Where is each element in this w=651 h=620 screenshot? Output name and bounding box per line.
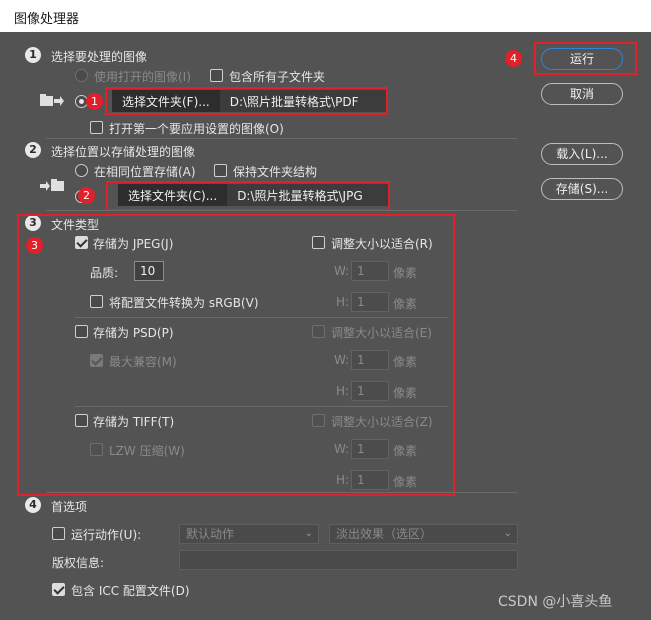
open-first-image-checkbox[interactable] — [90, 121, 103, 134]
open-first-image-label: 打开第一个要应用设置的图像(O) — [109, 122, 284, 136]
divider-2 — [46, 210, 517, 211]
jpeg-quality-label: 品质: — [90, 266, 119, 280]
section-1-title: 选择要处理的图像 — [51, 50, 148, 64]
annotation-marker-2: 2 — [78, 187, 95, 204]
jpeg-quality-input[interactable]: 10 — [134, 261, 164, 281]
convert-srgb-label: 将配置文件转换为 sRGB(V) — [109, 296, 259, 310]
chevron-down-icon: ⌄ — [304, 528, 313, 539]
tiff-height-unit: 像素 — [393, 475, 418, 489]
annotation-marker-3: 3 — [26, 237, 43, 254]
jpeg-width-input[interactable]: 1 — [351, 261, 389, 281]
save-as-psd-checkbox[interactable] — [75, 325, 88, 338]
jpeg-height-unit: 像素 — [393, 297, 418, 311]
keep-folder-structure-checkbox[interactable] — [214, 164, 227, 177]
annotation-marker-1: 1 — [86, 93, 103, 110]
psd-width-unit: 像素 — [393, 355, 418, 369]
section-2-number: 2 — [25, 142, 41, 158]
annotation-box-2 — [106, 181, 390, 211]
watermark: CSDN @小喜头鱼 — [498, 594, 613, 610]
psd-resize-checkbox[interactable] — [312, 325, 325, 338]
jpeg-width-unit: 像素 — [393, 266, 418, 280]
annotation-box-4 — [534, 42, 637, 75]
psd-width-label: W: — [334, 353, 350, 367]
convert-srgb-checkbox[interactable] — [90, 295, 103, 308]
max-compat-label: 最大兼容(M) — [109, 355, 177, 369]
annotation-box-3 — [17, 214, 455, 496]
tiff-width-label: W: — [334, 442, 350, 456]
save-as-jpeg-checkbox[interactable] — [75, 236, 88, 249]
same-location-radio[interactable] — [75, 164, 88, 177]
save-settings-button[interactable]: 存储(S)... — [541, 178, 623, 200]
save-as-psd-label: 存储为 PSD(P) — [93, 326, 174, 340]
annotation-box-1 — [105, 87, 388, 115]
action-set-select[interactable]: 默认动作 ⌄ — [179, 524, 319, 544]
psd-height-label: H: — [336, 384, 350, 398]
include-icc-checkbox[interactable] — [52, 583, 65, 596]
tiff-resize-checkbox[interactable] — [312, 414, 325, 427]
run-action-checkbox[interactable] — [52, 527, 65, 540]
copyright-input[interactable] — [179, 550, 518, 570]
load-button[interactable]: 载入(L)... — [541, 143, 623, 165]
run-action-label: 运行动作(U): — [71, 528, 142, 542]
chevron-down-icon: ⌄ — [503, 528, 512, 539]
include-icc-label: 包含 ICC 配置文件(D) — [71, 584, 190, 598]
copyright-label: 版权信息: — [52, 556, 105, 570]
use-open-images-radio[interactable] — [75, 69, 88, 82]
same-location-label: 在相同位置存储(A) — [94, 165, 196, 179]
divider-jpeg-psd — [75, 317, 448, 318]
include-subfolders-label: 包含所有子文件夹 — [229, 70, 326, 84]
save-as-tiff-checkbox[interactable] — [75, 414, 88, 427]
image-processor-dialog: 1 选择要处理的图像 使用打开的图像(I) 包含所有子文件夹 选择文件夹(F).… — [0, 32, 651, 620]
action-name-select[interactable]: 淡出效果（选区） ⌄ — [329, 524, 518, 544]
section-4-number: 4 — [25, 497, 41, 513]
destination-folder-icon — [40, 179, 64, 191]
psd-width-input[interactable]: 1 — [351, 350, 389, 370]
jpeg-width-label: W: — [334, 264, 350, 278]
action-set-value: 默认动作 — [186, 527, 235, 541]
include-subfolders-checkbox[interactable] — [210, 69, 223, 82]
divider-psd-tiff — [75, 406, 448, 407]
psd-height-unit: 像素 — [393, 386, 418, 400]
tiff-height-input[interactable]: 1 — [351, 470, 389, 490]
lzw-compression-checkbox[interactable] — [90, 443, 103, 456]
jpeg-height-label: H: — [336, 295, 350, 309]
tiff-resize-label: 调整大小以适合(Z) — [331, 415, 433, 429]
action-name-value: 淡出效果（选区） — [336, 527, 433, 541]
section-4-title: 首选项 — [51, 500, 88, 514]
save-as-tiff-label: 存储为 TIFF(T) — [93, 415, 175, 429]
save-as-jpeg-label: 存储为 JPEG(J) — [93, 237, 174, 251]
divider-3 — [46, 492, 517, 493]
tiff-width-unit: 像素 — [393, 444, 418, 458]
jpeg-height-input[interactable]: 1 — [351, 292, 389, 312]
jpeg-resize-checkbox[interactable] — [312, 236, 325, 249]
psd-resize-label: 调整大小以适合(E) — [331, 326, 432, 340]
jpeg-resize-label: 调整大小以适合(R) — [331, 237, 433, 251]
window-title: 图像处理器 — [0, 0, 651, 32]
tiff-height-label: H: — [336, 473, 350, 487]
use-open-images-label: 使用打开的图像(I) — [94, 70, 191, 84]
section-1-number: 1 — [25, 47, 41, 63]
annotation-marker-4: 4 — [505, 50, 522, 67]
max-compat-checkbox[interactable] — [90, 354, 103, 367]
lzw-compression-label: LZW 压缩(W) — [109, 444, 185, 458]
source-folder-icon — [40, 94, 64, 106]
psd-height-input[interactable]: 1 — [351, 381, 389, 401]
cancel-button[interactable]: 取消 — [541, 83, 623, 105]
tiff-width-input[interactable]: 1 — [351, 439, 389, 459]
divider-1 — [46, 138, 517, 139]
keep-folder-structure-label: 保持文件夹结构 — [233, 165, 318, 179]
section-2-title: 选择位置以存储处理的图像 — [51, 145, 196, 159]
